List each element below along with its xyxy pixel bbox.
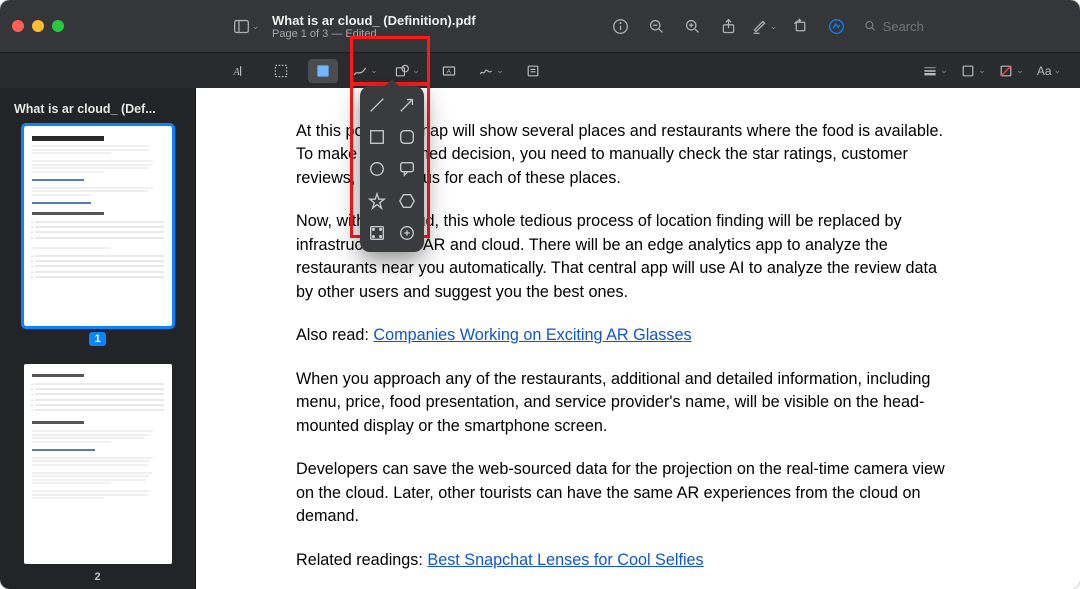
share-button[interactable] [714, 12, 742, 40]
selection-tool-button[interactable] [266, 59, 296, 83]
fullscreen-window-button[interactable] [52, 20, 64, 32]
svg-text:A: A [447, 68, 452, 75]
zoom-in-button[interactable] [678, 12, 706, 40]
shape-line[interactable] [366, 94, 388, 116]
document-subtitle: Page 1 of 3 — Edited [272, 28, 476, 40]
link-ar-glasses[interactable]: Companies Working on Exciting AR Glasses [373, 326, 691, 344]
sidebar-doc-title: What is ar cloud_ (Def... [10, 96, 185, 126]
text-box-button[interactable]: A [434, 59, 464, 83]
content-area: What is ar cloud_ (Def... [0, 88, 1080, 589]
paragraph: Also read: Companies Working on Exciting… [296, 324, 956, 347]
font-button[interactable]: Aa⌄ [1034, 59, 1064, 83]
document-view[interactable]: At this point, the map will show several… [196, 88, 1080, 589]
shape-rounded-square[interactable] [396, 126, 418, 148]
text: Also read: [296, 326, 373, 344]
search-input[interactable] [883, 19, 1062, 34]
page-number-1: 1 [89, 332, 105, 346]
rotate-button[interactable] [786, 12, 814, 40]
text: Related readings: [296, 551, 427, 569]
sidebar-toggle-button[interactable]: ⌄ [232, 12, 260, 40]
redact-tool-button[interactable] [308, 59, 338, 83]
paragraph: Related readings: Best Snapchat Lenses f… [296, 549, 956, 572]
note-button[interactable] [518, 59, 548, 83]
paragraph: Developers can save the web-sourced data… [296, 458, 956, 528]
close-window-button[interactable] [12, 20, 24, 32]
page-thumbnail-1[interactable] [24, 126, 172, 326]
document-title: What is ar cloud_ (Definition).pdf [272, 13, 476, 28]
thumbnail-sidebar[interactable]: What is ar cloud_ (Def... [0, 88, 196, 589]
page-thumbnail-2[interactable] [24, 364, 172, 564]
text-style-button[interactable]: A [224, 59, 254, 83]
minimize-window-button[interactable] [32, 20, 44, 32]
titlebar: ⌄ What is ar cloud_ (Definition).pdf Pag… [0, 0, 1080, 52]
paragraph: When you approach any of the restaurants… [296, 368, 956, 438]
svg-text:A: A [232, 67, 240, 78]
window-controls [12, 20, 64, 32]
shapes-popover [360, 86, 424, 252]
shape-star[interactable] [366, 190, 388, 212]
page-number-2: 2 [89, 570, 105, 584]
border-style-button[interactable]: ⌄ [920, 59, 950, 83]
sign-button[interactable]: ⌄ [476, 59, 506, 83]
zoom-out-button[interactable] [642, 12, 670, 40]
markup-toolbar: A ⌄ ⌄ A ⌄ ⌄ ⌄ ⌄ Aa⌄ [0, 52, 1080, 88]
search-field[interactable] [858, 15, 1068, 38]
info-button[interactable] [606, 12, 634, 40]
search-icon [864, 19, 877, 33]
shape-arrow[interactable] [396, 94, 418, 116]
shape-circle[interactable] [366, 158, 388, 180]
markup-toggle-button[interactable] [822, 12, 850, 40]
shape-hexagon[interactable] [396, 190, 418, 212]
sketch-tool-button[interactable]: ⌄ [350, 59, 380, 83]
border-color-button[interactable]: ⌄ [958, 59, 988, 83]
shape-mask[interactable] [366, 222, 388, 244]
app-window: ⌄ What is ar cloud_ (Definition).pdf Pag… [0, 0, 1080, 589]
document-title-block[interactable]: What is ar cloud_ (Definition).pdf Page … [272, 13, 476, 40]
shape-loupe[interactable] [396, 222, 418, 244]
shape-square[interactable] [366, 126, 388, 148]
highlight-button[interactable]: ⌄ [750, 12, 778, 40]
fill-color-button[interactable]: ⌄ [996, 59, 1026, 83]
shape-speech-bubble[interactable] [396, 158, 418, 180]
link-snapchat-lenses[interactable]: Best Snapchat Lenses for Cool Selfies [427, 551, 703, 569]
